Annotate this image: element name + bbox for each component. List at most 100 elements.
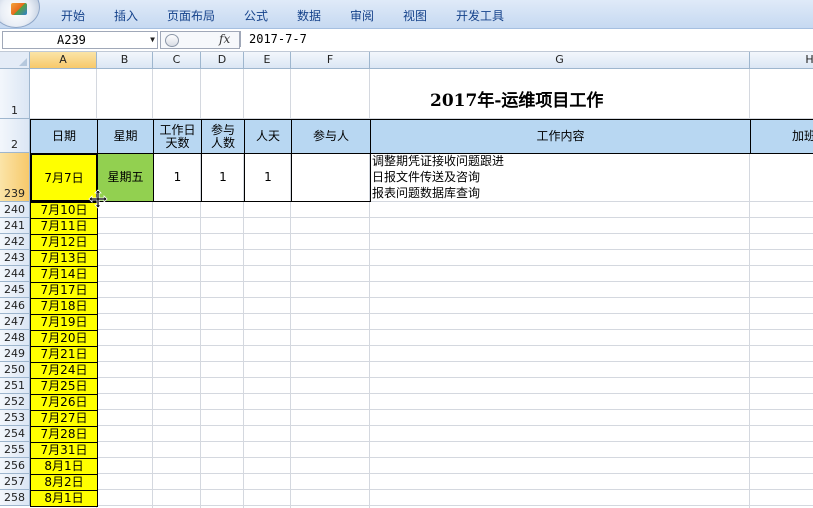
date-cell[interactable]: 7月11日 xyxy=(30,218,98,235)
tab-developer[interactable]: 开发工具 xyxy=(456,7,504,24)
row-number: 249 xyxy=(4,347,25,360)
date-cell[interactable]: 7月31日 xyxy=(30,442,98,459)
date-cell[interactable]: 8月2日 xyxy=(30,474,98,491)
row-header[interactable]: 246 xyxy=(0,298,30,314)
row-header[interactable]: 253 xyxy=(0,410,30,426)
column-header-f[interactable]: F xyxy=(291,52,370,69)
column-header-d[interactable]: D xyxy=(201,52,244,69)
row-header-1[interactable]: 1 xyxy=(0,69,30,119)
date-cell[interactable]: 7月13日 xyxy=(30,250,98,267)
header-work-days[interactable]: 工作日天数 xyxy=(153,119,202,154)
formula-input[interactable]: 2017-7-7 xyxy=(240,31,813,47)
date-cell[interactable]: 7月17日 xyxy=(30,282,98,299)
cell-e239[interactable]: 1 xyxy=(244,153,292,202)
spreadsheet-grid[interactable]: A B C D E F G H 1 2 239 240 241 242 243 244 2… xyxy=(0,52,813,508)
row-header[interactable]: 251 xyxy=(0,378,30,394)
select-all-corner[interactable] xyxy=(0,52,30,69)
row-number: 250 xyxy=(4,363,25,376)
office-logo-icon xyxy=(11,3,27,15)
date-cell[interactable]: 8月1日 xyxy=(30,490,98,507)
row-header[interactable]: 257 xyxy=(0,474,30,490)
cell-c239[interactable]: 1 xyxy=(153,153,202,202)
gridline xyxy=(30,345,813,346)
gridline xyxy=(30,441,813,442)
row-number: 257 xyxy=(4,475,25,488)
formula-controls: fx xyxy=(160,31,240,49)
row-number: 251 xyxy=(4,379,25,392)
date-cell[interactable]: 7月14日 xyxy=(30,266,98,283)
row-number: 242 xyxy=(4,235,25,248)
gridline xyxy=(30,425,813,426)
row-header[interactable]: 247 xyxy=(0,314,30,330)
gridline xyxy=(30,505,813,506)
row-header[interactable]: 254 xyxy=(0,426,30,442)
date-cell[interactable]: 7月27日 xyxy=(30,410,98,427)
tab-formulas[interactable]: 公式 xyxy=(244,7,268,24)
gridline xyxy=(30,377,813,378)
row-header[interactable]: 258 xyxy=(0,490,30,506)
header-content[interactable]: 工作内容 xyxy=(370,119,751,154)
row-header-239[interactable]: 239 xyxy=(0,153,30,202)
chevron-down-icon[interactable]: ▼ xyxy=(150,32,155,48)
office-button[interactable] xyxy=(0,0,40,28)
tab-review[interactable]: 审阅 xyxy=(350,7,374,24)
header-participants-count-label: 参与人数 xyxy=(210,122,235,150)
date-cell[interactable]: 7月20日 xyxy=(30,330,98,347)
row-header[interactable]: 255 xyxy=(0,442,30,458)
date-cell[interactable]: 8月1日 xyxy=(30,458,98,475)
gridline xyxy=(30,233,813,234)
date-cell[interactable]: 7月25日 xyxy=(30,378,98,395)
row-header[interactable]: 243 xyxy=(0,250,30,266)
header-date[interactable]: 日期 xyxy=(30,119,98,154)
date-cell[interactable]: 7月18日 xyxy=(30,298,98,315)
column-header-b[interactable]: B xyxy=(97,52,153,69)
tab-insert[interactable]: 插入 xyxy=(114,7,138,24)
column-header-g[interactable]: G xyxy=(370,52,750,69)
column-header-e[interactable]: E xyxy=(244,52,291,69)
row-header[interactable]: 256 xyxy=(0,458,30,474)
date-cell[interactable]: 7月12日 xyxy=(30,234,98,251)
header-participants[interactable]: 参与人 xyxy=(291,119,371,154)
row-number: 253 xyxy=(4,411,25,424)
gridline xyxy=(30,265,813,266)
tab-view[interactable]: 视图 xyxy=(403,7,427,24)
row-number: 254 xyxy=(4,427,25,440)
row-header[interactable]: 245 xyxy=(0,282,30,298)
column-header-h[interactable]: H xyxy=(750,52,813,69)
tab-data[interactable]: 数据 xyxy=(297,7,321,24)
name-box[interactable]: A239 ▼ xyxy=(2,31,158,49)
header-overtime[interactable]: 加班时 xyxy=(750,119,813,154)
row-header[interactable]: 252 xyxy=(0,394,30,410)
tab-home[interactable]: 开始 xyxy=(61,7,85,24)
row-header[interactable]: 240 xyxy=(0,202,30,218)
cell-f239[interactable] xyxy=(291,153,371,202)
header-weekday[interactable]: 星期 xyxy=(97,119,154,154)
row-number: 255 xyxy=(4,443,25,456)
date-cell[interactable]: 7月26日 xyxy=(30,394,98,411)
column-header-a[interactable]: A xyxy=(30,52,97,69)
tab-page-layout[interactable]: 页面布局 xyxy=(167,7,215,24)
date-cell[interactable]: 7月24日 xyxy=(30,362,98,379)
gridline xyxy=(30,281,813,282)
cancel-icon[interactable] xyxy=(165,34,179,47)
row-header[interactable]: 249 xyxy=(0,346,30,362)
date-cell[interactable]: 7月28日 xyxy=(30,426,98,443)
column-header-c[interactable]: C xyxy=(153,52,201,69)
row-number: 247 xyxy=(4,315,25,328)
row-header[interactable]: 241 xyxy=(0,218,30,234)
row-header[interactable]: 248 xyxy=(0,330,30,346)
gridline xyxy=(30,393,813,394)
date-cell[interactable]: 7月19日 xyxy=(30,314,98,331)
row-header[interactable]: 244 xyxy=(0,266,30,282)
header-person-days[interactable]: 人天 xyxy=(244,119,292,154)
fx-icon[interactable]: fx xyxy=(219,32,230,46)
name-box-value: A239 xyxy=(57,33,86,47)
cell-d239[interactable]: 1 xyxy=(201,153,245,202)
row-header[interactable]: 250 xyxy=(0,362,30,378)
row-header[interactable]: 242 xyxy=(0,234,30,250)
row-header-2[interactable]: 2 xyxy=(0,119,30,153)
date-cell[interactable]: 7月21日 xyxy=(30,346,98,363)
header-participants-count[interactable]: 参与人数 xyxy=(201,119,245,154)
cell-g239[interactable]: 调整期凭证接收问题跟进 日报文件传送及咨询 报表问题数据库查询 xyxy=(370,153,751,202)
gridline xyxy=(30,489,813,490)
